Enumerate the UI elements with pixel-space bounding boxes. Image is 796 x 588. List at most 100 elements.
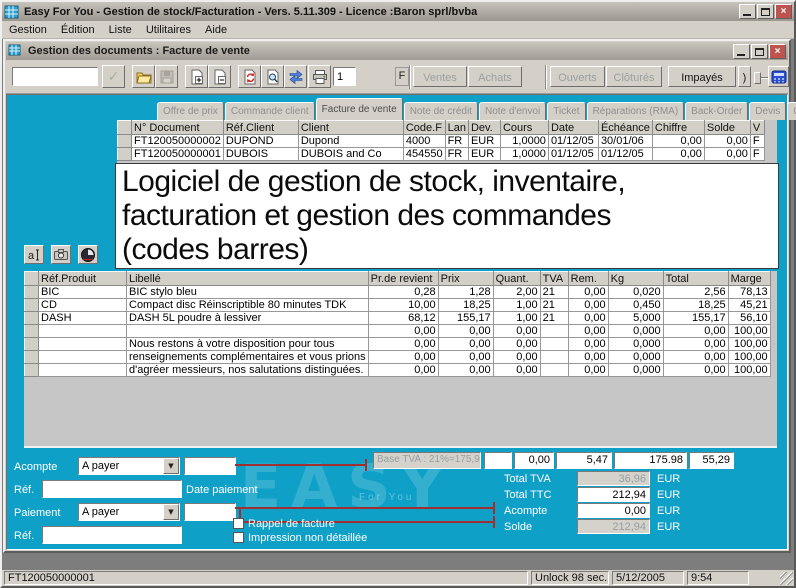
tab-devis[interactable]: Devis	[749, 102, 786, 120]
text-tool-button[interactable]: a	[24, 245, 44, 264]
table-cell: 0,00	[663, 325, 728, 338]
minimize-button[interactable]	[739, 4, 756, 19]
column-header[interactable]: N° Document	[132, 121, 224, 135]
document-row[interactable]: FT120050000002 DUPOND Dupond 4000 FR EUR…	[118, 135, 765, 148]
column-header[interactable]: Client	[298, 121, 403, 135]
tab-commande-client[interactable]: Commande client	[225, 102, 315, 120]
menu-item-liste[interactable]: Liste	[102, 22, 139, 38]
table-cell: 1,00	[493, 299, 540, 312]
filter-achats-button[interactable]: Achats	[468, 66, 522, 87]
tab-back-order[interactable]: Back-Order	[685, 102, 748, 120]
add-document-button[interactable]	[185, 65, 208, 88]
column-header[interactable]: Total	[663, 272, 728, 286]
tab-ticket[interactable]: Ticket	[547, 102, 585, 120]
slider-thumb[interactable]	[754, 72, 761, 84]
globe-button[interactable]	[78, 245, 98, 264]
chevron-down-icon[interactable]: ▼	[163, 504, 179, 520]
column-header[interactable]: Prix	[438, 272, 493, 286]
tab-facture-de-vente[interactable]: Facture de vente	[316, 98, 403, 120]
table-cell: 100,00	[728, 325, 770, 338]
total-ttc-value[interactable]: 212,94	[577, 487, 650, 502]
tab-note-denvoi[interactable]: Note d'envoi	[479, 102, 546, 120]
copies-input[interactable]	[333, 67, 356, 86]
validate-button[interactable]: ✓	[102, 65, 125, 88]
tab-offre-de-prix[interactable]: Offre de prix	[157, 102, 224, 120]
filter-ouverts-button[interactable]: Ouverts	[550, 66, 605, 87]
menu-item-utilitaires[interactable]: Utilitaires	[139, 22, 198, 38]
child-titlebar[interactable]: Gestion des documents : Facture de vente…	[6, 42, 788, 60]
paiement-mode-select[interactable]: A payer ▼	[78, 503, 180, 521]
column-header[interactable]: Échéance	[598, 121, 652, 135]
document-search-input[interactable]	[12, 67, 98, 86]
corner-button[interactable]: )	[738, 66, 751, 87]
table-cell: CD	[39, 299, 127, 312]
acompte-amount-input[interactable]	[184, 457, 236, 475]
menu-item-gestion[interactable]: Gestion	[2, 22, 54, 38]
paiement-amount-input[interactable]	[184, 503, 236, 521]
text-cursor-icon: a	[26, 247, 42, 263]
impression-checkbox[interactable]	[233, 532, 244, 543]
main-titlebar[interactable]: Easy For You - Gestion de stock/Facturat…	[2, 2, 794, 21]
product-row[interactable]: DASH DASH 5L poudre à lessiver 68,12 155…	[25, 312, 771, 325]
preview-document-button[interactable]	[261, 65, 284, 88]
document-row[interactable]: FT120050000001 DUBOIS DUBOIS and Co 4545…	[118, 148, 765, 161]
tab-caisse[interactable]: Caisse	[787, 102, 796, 120]
column-header[interactable]: Date	[548, 121, 598, 135]
resize-grip[interactable]	[780, 572, 793, 585]
rappel-facture-checkbox[interactable]	[233, 518, 244, 529]
acompte-mode-select[interactable]: A payer ▼	[78, 457, 180, 475]
product-row[interactable]: Nous restons à votre disposition pour to…	[25, 338, 771, 351]
product-row[interactable]: 0,00 0,00 0,00 0,00 0,000 0,00 100,00	[25, 325, 771, 338]
column-header[interactable]: Marge	[728, 272, 770, 286]
open-button[interactable]	[132, 65, 155, 88]
column-header[interactable]: Code.F	[403, 121, 445, 135]
tva-kg-field[interactable]: 5,47	[556, 452, 612, 469]
column-header[interactable]: V	[750, 121, 764, 135]
product-row[interactable]: BIC BIC stylo bleu 0,28 1,28 2,00 21 0,0…	[25, 286, 771, 299]
tva-rem-field[interactable]: 0,00	[514, 452, 554, 469]
transfer-document-button[interactable]	[284, 65, 307, 88]
column-header[interactable]: Cours	[500, 121, 548, 135]
product-row[interactable]: renseignements complémentaires et vous p…	[25, 351, 771, 364]
close-button[interactable]: ×	[775, 4, 792, 19]
child-minimize-button[interactable]	[733, 44, 750, 59]
column-header[interactable]: TVA	[540, 272, 568, 286]
column-header[interactable]: Pr.de revient	[368, 272, 438, 286]
save-button[interactable]	[155, 65, 178, 88]
column-header[interactable]: Chiffre	[652, 121, 704, 135]
child-maximize-button[interactable]	[751, 44, 768, 59]
remove-document-button[interactable]	[208, 65, 231, 88]
column-header[interactable]: Dev.	[468, 121, 500, 135]
marge-field[interactable]: 55,29	[689, 452, 734, 469]
column-header[interactable]: Quant.	[493, 272, 540, 286]
print-button[interactable]	[308, 65, 331, 88]
base-ht-field[interactable]: 175.98	[614, 452, 687, 469]
product-row[interactable]: CD Compact disc Réinscriptible 80 minute…	[25, 299, 771, 312]
chevron-down-icon[interactable]: ▼	[163, 458, 179, 474]
column-header[interactable]: Réf.Client	[223, 121, 298, 135]
column-header[interactable]: Réf.Produit	[39, 272, 127, 286]
tab-reparations-rma[interactable]: Réparations (RMA)	[587, 102, 685, 120]
column-header[interactable]: Libellé	[127, 272, 369, 286]
acompte-total-value[interactable]: 0,00	[577, 503, 650, 518]
camera-button[interactable]	[51, 245, 71, 264]
ref2-input[interactable]	[42, 526, 182, 544]
filter-ventes-button[interactable]: Ventes	[413, 66, 467, 87]
product-row[interactable]: d'agréer messieurs, nos salutations dist…	[25, 364, 771, 377]
calculator-button[interactable]	[768, 66, 789, 87]
column-header[interactable]: Rem.	[568, 272, 608, 286]
document-window-title: Gestion des documents : Facture de vente	[28, 45, 732, 57]
child-close-button[interactable]: ×	[769, 44, 786, 59]
filter-clotures-button[interactable]: Clôturés	[606, 66, 662, 87]
menu-item-edition[interactable]: Édition	[54, 22, 102, 38]
ref-input[interactable]	[42, 480, 182, 498]
tva-code-field[interactable]	[484, 452, 512, 469]
tab-note-de-credit[interactable]: Note de crédit	[404, 102, 478, 120]
filter-impayes-button[interactable]: Impayés	[668, 66, 736, 87]
column-header[interactable]: Kg	[608, 272, 663, 286]
refresh-document-button[interactable]	[238, 65, 261, 88]
column-header[interactable]: Solde	[704, 121, 750, 135]
maximize-button[interactable]	[757, 4, 774, 19]
column-header[interactable]: Lan	[445, 121, 468, 135]
menu-item-aide[interactable]: Aide	[198, 22, 234, 38]
